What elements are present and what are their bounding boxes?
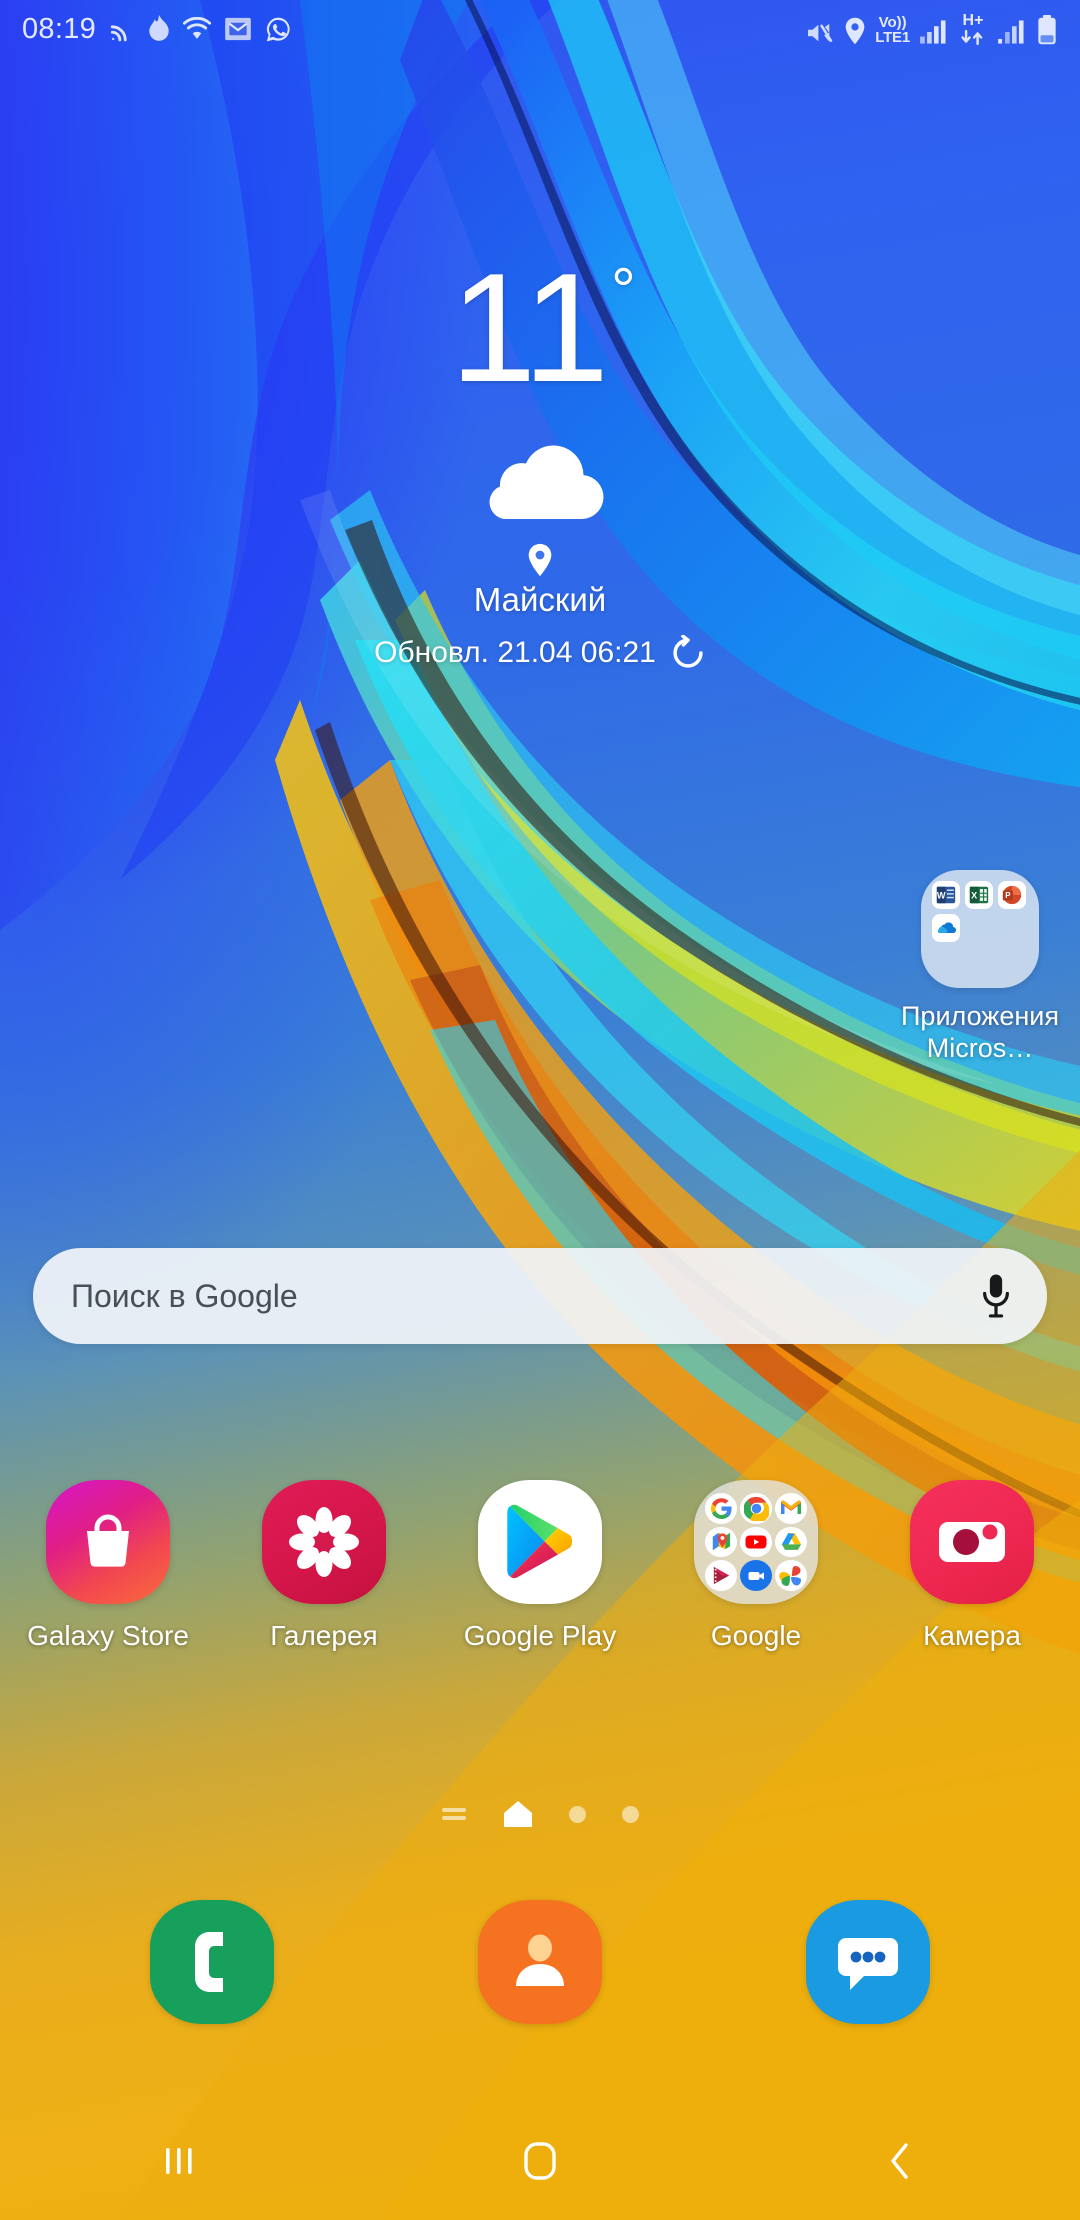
updown-arrows-icon: [961, 29, 983, 45]
onedrive-icon: [932, 914, 960, 942]
messages-icon[interactable]: [806, 1900, 930, 2024]
chat-bubble-glyph: [838, 1938, 898, 1990]
powerpoint-icon: P: [998, 881, 1026, 909]
weather-widget[interactable]: 11° Майский Обновл. 21.04 06:21: [0, 250, 1080, 671]
app-gallery[interactable]: Галерея: [216, 1480, 432, 1652]
app-label: Галерея: [270, 1620, 378, 1651]
wifi-icon: [183, 17, 212, 39]
mute-icon: [808, 23, 833, 42]
phone-glyph: [195, 1932, 223, 1992]
app-label: Galaxy Store: [27, 1620, 189, 1651]
camera-icon[interactable]: [910, 1480, 1034, 1604]
cast-icon: [110, 25, 127, 42]
signal-2-icon: [998, 20, 1024, 44]
nav-home[interactable]: [360, 2136, 720, 2186]
dot-page-3[interactable]: [569, 1805, 586, 1823]
nav-recents[interactable]: [0, 2138, 360, 2184]
contacts-icon[interactable]: [478, 1900, 602, 2024]
data-arrows-icon: H+: [958, 12, 988, 45]
shopping-bag-glyph: [87, 1514, 129, 1567]
status-bar-right: Vo)) LTE1 H+: [805, 12, 1058, 45]
feed-page-icon[interactable]: [441, 1803, 467, 1825]
phone-icon[interactable]: [150, 1900, 274, 2024]
app-camera[interactable]: Камера: [864, 1480, 1080, 1652]
drive-icon: [775, 1526, 807, 1558]
gmail-icon: [775, 1493, 807, 1524]
weather-updated-text: Обновл. 21.04 06:21: [374, 636, 656, 669]
weather-temperature: 11: [450, 241, 609, 414]
camera-glyph: [939, 1522, 1005, 1562]
signal-1-icon: [920, 20, 946, 44]
google-play-icon[interactable]: [478, 1480, 602, 1604]
flame-icon: [149, 15, 169, 41]
folder-microsoft-tile[interactable]: W X P: [921, 870, 1039, 988]
mail-icon: [225, 17, 251, 41]
play-triangle-glyph: [507, 1504, 573, 1579]
svg-text:W: W: [937, 891, 946, 901]
galaxy-store-icon[interactable]: [46, 1480, 170, 1604]
volte-label-bottom: LTE1: [875, 28, 910, 46]
weather-condition: [0, 439, 1080, 529]
home-page-icon[interactable]: [503, 1800, 533, 1828]
dot-page-4[interactable]: [622, 1805, 639, 1823]
flower-glyph: [289, 1507, 359, 1577]
svg-text:P: P: [1005, 891, 1010, 900]
maps-icon: [705, 1526, 737, 1558]
app-label: Google: [710, 1620, 802, 1651]
folder-microsoft-label: Приложения Micros…: [901, 1001, 1059, 1064]
back-icon[interactable]: [880, 2137, 920, 2185]
volte-label-top: Vo)): [878, 13, 907, 31]
dock: [0, 1900, 1080, 2024]
location-pin-icon: [528, 543, 552, 577]
app-grid-row: Galaxy Store Галерея Google Play Google …: [0, 1480, 1080, 1652]
whatsapp-icon: [266, 17, 290, 41]
excel-icon: X: [965, 881, 993, 909]
home-screen: 08:19 Vo)) LTE1 H+ 11° Майский Обновл. 2…: [0, 0, 1080, 2220]
dock-slot-phone[interactable]: [48, 1900, 376, 2024]
app-label: Камера: [923, 1620, 1021, 1651]
meet-icon[interactable]: [740, 1560, 772, 1591]
cloud-icon: [489, 445, 604, 519]
gallery-icon[interactable]: [262, 1480, 386, 1604]
app-google-play[interactable]: Google Play: [432, 1480, 648, 1652]
weather-location-name: Майский: [473, 581, 607, 618]
network-type-label: H+: [962, 12, 984, 30]
app-google-folder[interactable]: Google: [648, 1480, 864, 1652]
location-icon: [845, 17, 865, 45]
google-search-icon: [705, 1493, 737, 1524]
volte-indicator: Vo)) LTE1: [875, 15, 910, 45]
google-search-bar[interactable]: Поиск в Google: [33, 1248, 1047, 1344]
google-folder-icon[interactable]: [694, 1480, 818, 1604]
refresh-icon[interactable]: [670, 635, 706, 671]
microphone-icon[interactable]: [979, 1273, 1013, 1319]
folder-microsoft-apps[interactable]: W X P Приложения Micros…: [880, 870, 1080, 1065]
play-movies-icon: [705, 1560, 737, 1591]
word-icon: W: [932, 881, 960, 909]
nav-back[interactable]: [720, 2137, 1080, 2185]
weather-degree-symbol: °: [611, 256, 636, 325]
youtube-icon: [740, 1526, 772, 1558]
weather-location-row: Майский: [0, 543, 1080, 619]
status-bar[interactable]: 08:19 Vo)) LTE1 H+: [0, 0, 1080, 58]
photos-icon: [775, 1560, 807, 1591]
navigation-bar: [0, 2102, 1080, 2220]
app-galaxy-store[interactable]: Galaxy Store: [0, 1480, 216, 1652]
contact-person-glyph: [516, 1934, 564, 1986]
svg-text:X: X: [971, 891, 978, 901]
weather-updated-row: Обновл. 21.04 06:21: [0, 635, 1080, 671]
dock-slot-messages[interactable]: [704, 1900, 1032, 2024]
battery-icon: [1038, 14, 1056, 45]
status-clock: 08:19: [22, 12, 97, 45]
status-bar-left: 08:19: [22, 13, 292, 46]
page-indicator: [0, 1800, 1080, 1828]
weather-temperature-row: 11°: [450, 250, 636, 405]
chrome-icon: [740, 1493, 772, 1524]
dock-slot-contacts[interactable]: [376, 1900, 704, 2024]
search-placeholder[interactable]: Поиск в Google: [71, 1278, 979, 1315]
app-label: Google Play: [463, 1620, 617, 1651]
recents-icon[interactable]: [158, 2138, 202, 2184]
home-icon[interactable]: [517, 2136, 563, 2186]
